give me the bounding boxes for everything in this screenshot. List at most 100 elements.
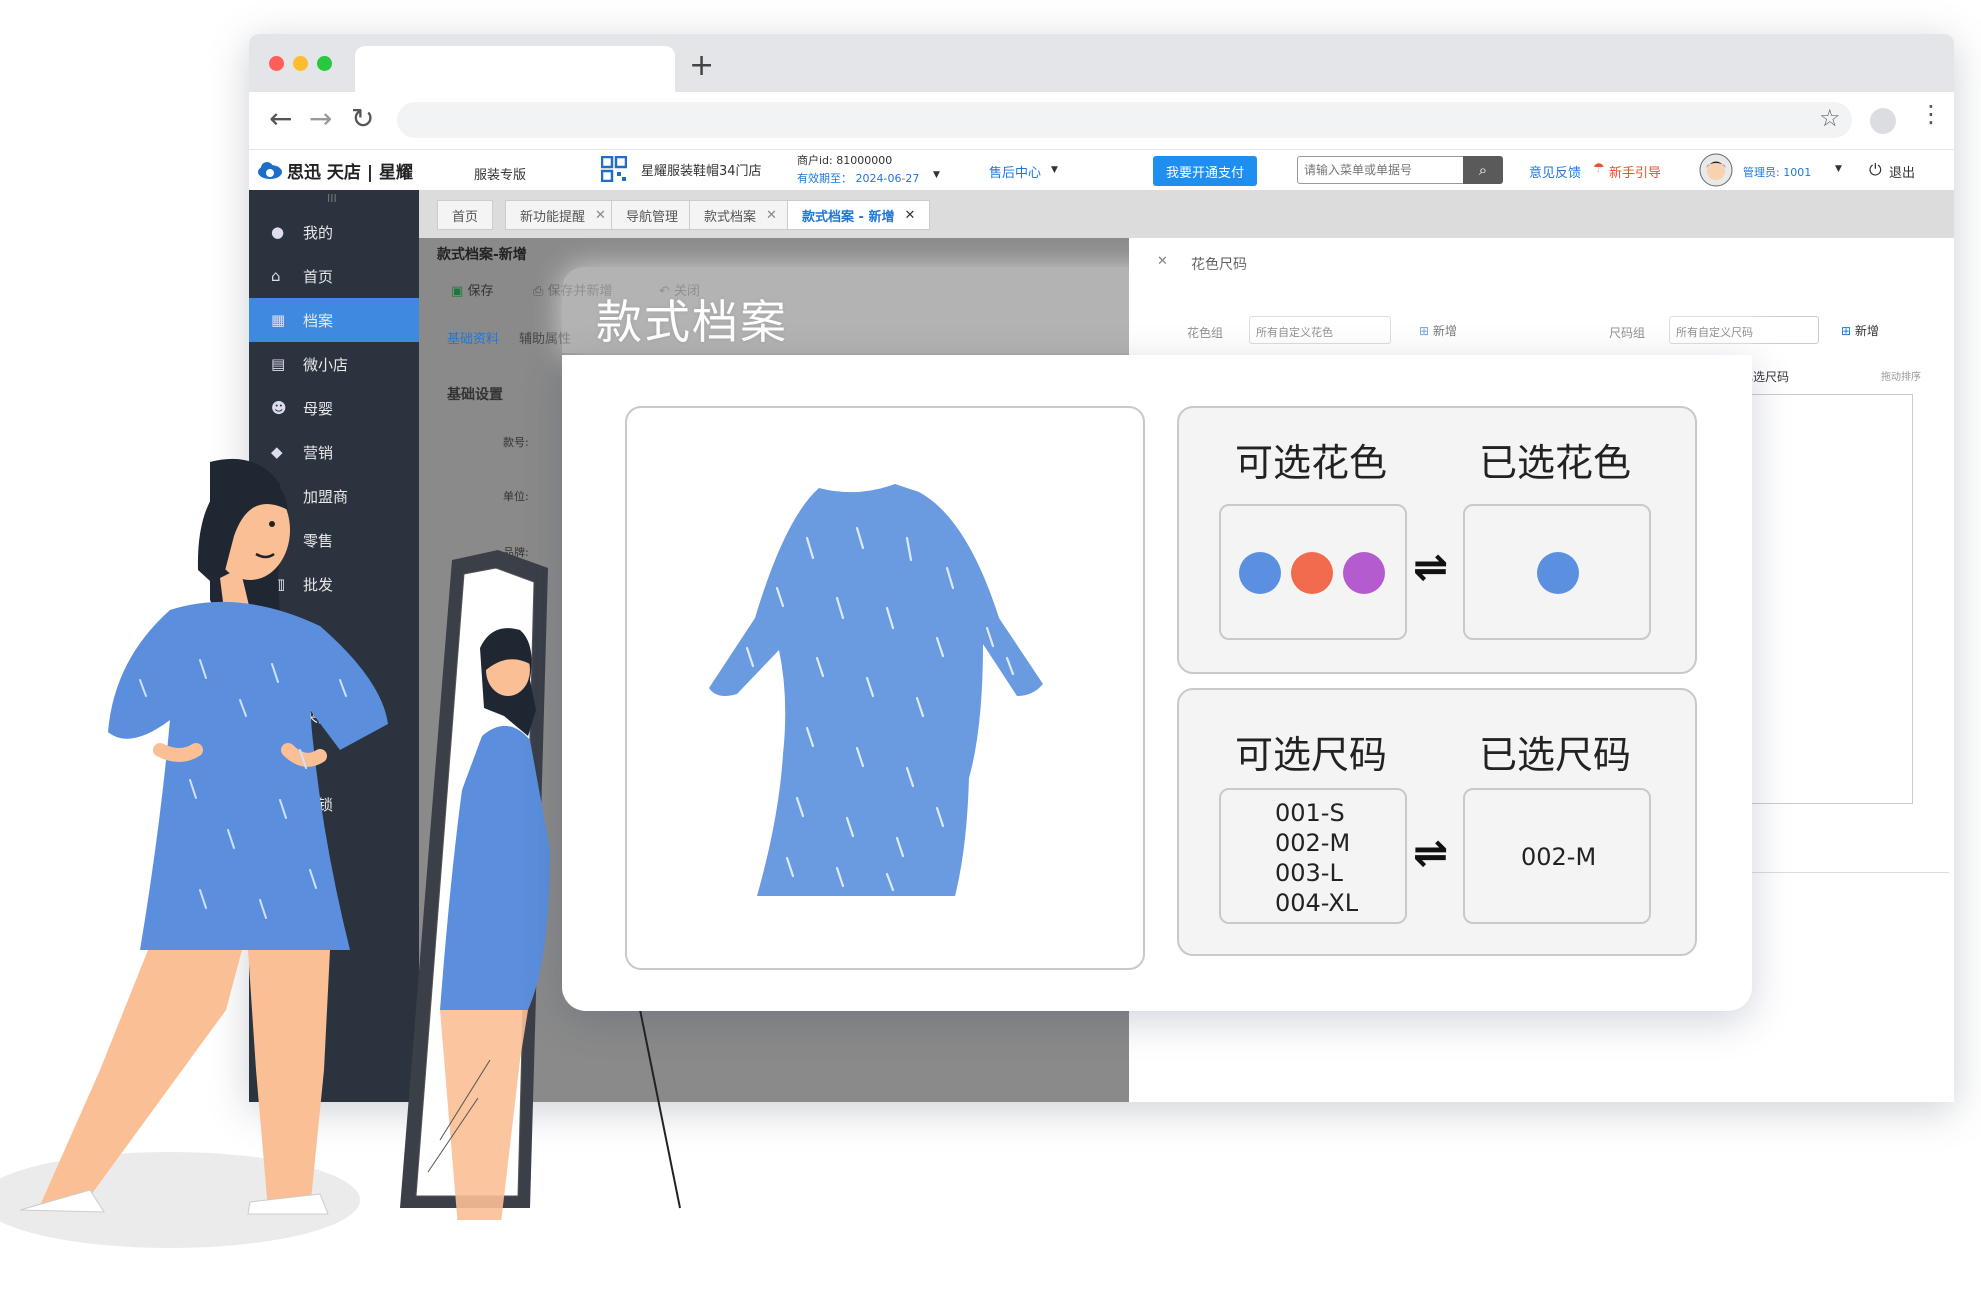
available-sizes-box[interactable]: 001-S 002-M 003-L 004-XL — [1219, 788, 1407, 924]
drag-sort-label: 拖动排序 — [1881, 372, 1921, 383]
baby-icon: ☻ — [271, 399, 287, 417]
save-icon: ▣ — [451, 284, 464, 299]
selected-colors-box[interactable] — [1463, 504, 1651, 640]
add-size-button[interactable]: ⊞ 新增 — [1841, 322, 1879, 339]
save-button[interactable]: ▣ 保存 — [451, 280, 493, 299]
sidebar-item-label: 我的 — [303, 223, 334, 242]
valid-until: 有效期至： 2024-06-27 — [797, 172, 920, 185]
tab-nav-manage[interactable]: 导航管理 — [611, 200, 694, 230]
available-colors-title: 可选花色 — [1235, 441, 1388, 485]
sidebar-item-label: 首页 — [303, 267, 334, 286]
dress-illustration — [709, 484, 1043, 896]
close-icon[interactable]: ✕ — [766, 208, 777, 223]
app-header: 思迅 天店 | 星耀 服装专版 星耀服装鞋帽34门店 商户id: 8100000… — [249, 150, 1954, 190]
sidebar-item-archive[interactable]: ▦ 档案 — [249, 298, 419, 342]
close-icon[interactable]: ✕ — [595, 208, 606, 223]
close-icon[interactable]: ✕ — [904, 208, 915, 223]
section-title: 基础设置 — [447, 387, 503, 403]
sidebar-collapse-handle[interactable]: III — [327, 192, 337, 205]
sidebar-item-label: 微小店 — [303, 355, 349, 374]
chevron-down-icon[interactable]: ▼ — [1835, 164, 1842, 174]
menu-search-input[interactable] — [1297, 156, 1465, 184]
color-swatch-blue[interactable] — [1537, 552, 1579, 594]
size-option[interactable]: 002-M — [1275, 828, 1358, 858]
user-icon: ● — [271, 223, 285, 241]
add-label: 新增 — [1854, 324, 1879, 338]
after-sales-link[interactable]: 售后中心 — [989, 162, 1041, 181]
browser-tabbar: + — [249, 34, 1954, 92]
tab-home[interactable]: 首页 — [437, 200, 494, 230]
tab-new-features[interactable]: 新功能提醒 ✕ — [505, 200, 621, 230]
selected-sizes-box[interactable]: 002-M — [1463, 788, 1651, 924]
sidebar-item-mine[interactable]: ● 我的 — [249, 210, 419, 254]
edition-label: 服装专版 — [474, 168, 527, 183]
swap-arrows-icon[interactable]: ⇌ — [1413, 542, 1448, 591]
dress-shape — [709, 484, 1043, 896]
tab-basic[interactable]: 基础资料 — [447, 328, 499, 347]
tab-style-archive-new[interactable]: 款式档案 - 新增 ✕ — [787, 200, 931, 230]
archive-icon: ▦ — [271, 311, 286, 329]
sidebar-item-shop[interactable]: ▤ 微小店 — [249, 342, 419, 386]
size-option[interactable]: 003-L — [1275, 858, 1358, 888]
admin-label: 管理员: 1001 — [1743, 166, 1812, 179]
brand-logo-text: 思迅 天店 | 星耀 — [287, 163, 413, 183]
card-title: 款式档案 — [596, 295, 788, 349]
color-swatch-orange[interactable] — [1291, 552, 1333, 594]
size-option[interactable]: 002-M — [1521, 842, 1596, 872]
home-icon: ⌂ — [271, 267, 281, 285]
logout-link[interactable]: 退出 — [1889, 162, 1915, 181]
admin-avatar[interactable] — [1699, 153, 1733, 187]
selected-sizes-list[interactable] — [1741, 394, 1913, 804]
size-selection-panel: 可选尺码 已选尺码 001-S 002-M 003-L 004-XL ⇌ 002… — [1177, 688, 1697, 956]
tab-style-archive[interactable]: 款式档案 ✕ — [689, 200, 792, 230]
chevron-down-icon[interactable]: ▼ — [933, 170, 940, 180]
back-icon[interactable]: ← — [269, 102, 292, 135]
tab-label: 首页 — [452, 209, 479, 225]
store-name: 星耀服装鞋帽34门店 — [641, 164, 762, 179]
tab-label: 款式档案 — [704, 209, 757, 225]
qr-code-icon[interactable] — [601, 156, 627, 182]
available-sizes-title: 可选尺码 — [1235, 733, 1388, 777]
woman-illustration — [20, 458, 388, 1215]
feedback-link[interactable]: 意见反馈 — [1529, 162, 1581, 181]
unit-label: 单位: — [503, 490, 529, 503]
browser-menu-icon[interactable]: ⋮ — [1919, 100, 1943, 128]
shop-icon: ▤ — [271, 355, 286, 373]
sidebar-item-baby[interactable]: ☻ 母婴 — [249, 386, 419, 430]
chevron-down-icon[interactable]: ▼ — [1051, 165, 1058, 175]
size-option[interactable]: 004-XL — [1275, 888, 1358, 918]
style-no-label: 款号: — [503, 436, 529, 449]
size-option[interactable]: 001-S — [1275, 798, 1358, 828]
browser-tab[interactable] — [355, 46, 675, 92]
url-input[interactable] — [397, 102, 1852, 138]
search-icon[interactable]: ⌕ — [1463, 156, 1503, 184]
selected-colors-title: 已选花色 — [1479, 441, 1632, 485]
available-colors-box[interactable] — [1219, 504, 1407, 640]
swap-arrows-icon[interactable]: ⇌ — [1413, 828, 1448, 877]
reload-icon[interactable]: ↻ — [351, 102, 374, 135]
guide-link[interactable]: 新手引导 — [1609, 162, 1661, 181]
maximize-window-dot[interactable] — [317, 56, 332, 71]
tab-label: 导航管理 — [626, 209, 679, 225]
profile-avatar[interactable] — [1870, 108, 1896, 134]
print-icon: ⎙ — [533, 284, 544, 299]
dress-preview-panel — [625, 406, 1145, 970]
color-swatch-purple[interactable] — [1343, 552, 1385, 594]
add-icon: ⊞ — [1841, 324, 1852, 338]
address-bar: ← → ↻ ☆ ⋮ — [249, 92, 1954, 150]
minimize-window-dot[interactable] — [293, 56, 308, 71]
tab-label: 新功能提醒 — [520, 209, 586, 225]
cloud-logo-icon — [258, 162, 282, 179]
tab-label: 款式档案 - 新增 — [802, 209, 895, 225]
close-window-dot[interactable] — [269, 56, 284, 71]
forward-icon[interactable]: → — [309, 102, 332, 135]
sidebar-item-home[interactable]: ⌂ 首页 — [249, 254, 419, 298]
save-label: 保存 — [467, 284, 494, 299]
power-icon[interactable]: ⏻ — [1869, 160, 1882, 180]
new-tab-icon[interactable]: + — [689, 48, 714, 83]
color-swatch-blue[interactable] — [1239, 552, 1281, 594]
form-title: 款式档案-新增 — [437, 247, 527, 263]
guide-icon[interactable]: ☂ — [1593, 161, 1605, 176]
bookmark-star-icon[interactable]: ☆ — [1819, 104, 1841, 132]
open-payment-button[interactable]: 我要开通支付 — [1153, 156, 1257, 186]
